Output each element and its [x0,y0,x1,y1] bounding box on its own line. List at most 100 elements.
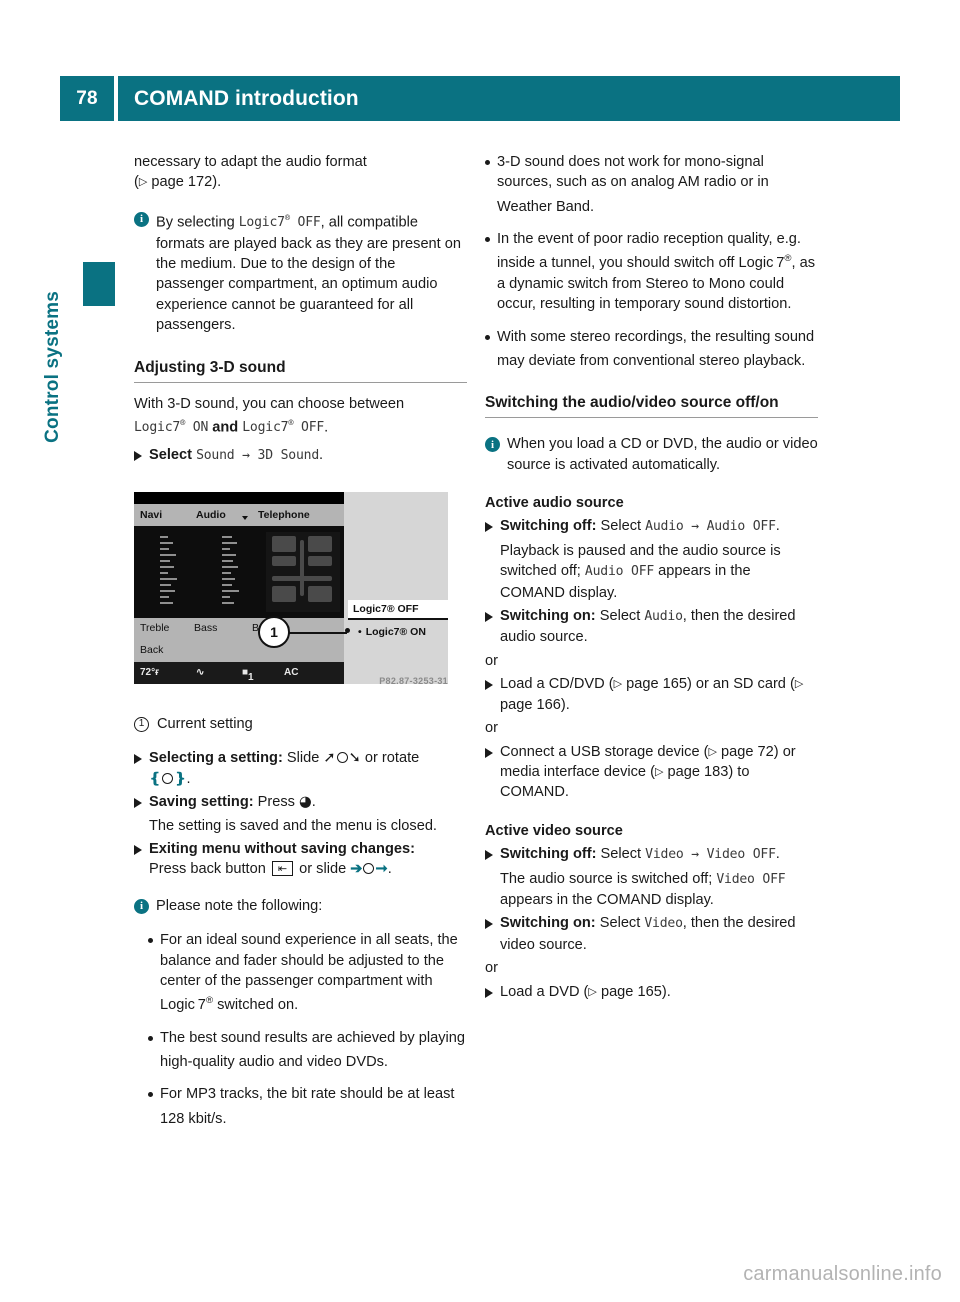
step-text: Switching off: Select Audio → Audio OFF. [500,518,780,535]
step-triangle-icon [485,612,493,623]
mono-logic7-off-2: Logic7® OFF [242,419,325,436]
selected-bullet-icon: • [358,626,362,638]
info-note-body: By selecting Logic7® OFF, all compatible… [156,209,467,336]
page-ref-text: page 166 [500,696,561,713]
mono-audio-off: Audio OFF [706,519,776,535]
page-header: 78 COMAND introduction [60,76,900,121]
step-load-cd-dvd: Load a CD/DVD (▷ page 165) or an SD card… [485,674,818,715]
mono-video-off-2: Video OFF [716,871,786,887]
mono-audio-3: Audio [644,609,683,625]
step-saving-result: The setting is saved and the menu is clo… [149,817,437,834]
subheading-active-audio-source: Active audio source [485,495,624,512]
page-ref-text: page 165 [600,983,662,1000]
info-note-please-note: i Please note the following: [134,896,467,916]
or-separator: or [485,720,498,737]
step-text: Exiting menu without saving changes: Pre… [149,841,415,878]
subheading-active-video-source: Active video source [485,822,623,839]
figure-callout-1: 1 [258,616,290,648]
step-text: Select Sound → 3D Sound. [149,446,324,463]
step-connect-usb: Connect a USB storage device (▷ page 72)… [485,742,818,803]
heading-adjusting-3d-sound: Adjusting 3-D sound [134,358,467,383]
bullet-dot-icon [485,237,490,243]
page-ref-triangle-icon: ▷ [138,176,148,189]
info-icon: i [134,211,149,227]
note-body-text: , all compatible formats are played back… [156,214,462,334]
slide-right-icon: ➞ [375,861,388,878]
intro-3d-text: With 3-D sound, you can choose between [134,395,405,412]
info-note-body: Please note the following: [156,897,323,914]
step-triangle-icon [485,987,493,998]
step-label: Selecting a setting: [149,750,283,767]
list-item-text: The best sound results are achieved by p… [160,1029,466,1070]
callout-leader-dot [345,628,350,633]
note-lead: By selecting [156,214,239,231]
step-video-switching-on: Switching on: Select Video, then the des… [485,913,818,955]
menu-item-telephone[interactable]: Telephone [258,509,310,521]
popup-option-logic7-on[interactable]: • Logic7® ON [348,622,448,642]
left-text-column-lower: 1 Current setting Selecting a setting: S… [134,706,467,1141]
mono-video-3: Video [644,916,683,932]
status-temperature: 72°ғ [140,667,160,678]
continuation-paragraph: necessary to adapt the audio format (▷ p… [134,152,467,193]
param-bass[interactable]: Bass [194,622,217,634]
menu-item-navi[interactable]: Navi [140,509,162,521]
comand-display: Navi Audio Telephone Treble Bass Back 72… [134,492,344,684]
popup-option-logic7-off[interactable]: Logic7® OFF [348,600,448,620]
param-treble[interactable]: Treble [140,622,169,634]
step-audio-switching-on: Switching on: Select Audio, then the des… [485,606,818,648]
list-item: In the event of poor radio reception qua… [485,229,818,314]
or-separator: or [485,960,498,977]
controller-wheel-icon [363,863,375,875]
or-separator: or [485,652,498,669]
step-triangle-icon [134,754,142,765]
display-menu-bar: Navi Audio Telephone [134,504,344,526]
display-back-row: Back [134,640,344,662]
step-text: Switching off: Select Video → Video OFF. [500,846,780,863]
list-item: For MP3 tracks, the bit rate should be a… [134,1084,467,1129]
step-load-dvd: Load a DVD (▷ page 165). [485,982,818,1002]
list-item: The best sound results are achieved by p… [134,1028,467,1073]
list-item-text: For an ideal sound experience in all sea… [160,932,458,1014]
page-ref-triangle-icon: ▷ [794,678,804,691]
mono-logic7-off: Logic7® OFF [238,213,321,231]
page-number: 78 [60,76,114,121]
list-item-text: For MP3 tracks, the bit rate should be a… [160,1086,455,1127]
right-bullet-list: 3-D sound does not work for mono-signal … [485,152,818,371]
section-tab-label: Control systems [42,291,63,443]
step-triangle-icon [485,680,493,691]
cabin-seats-graphic [266,532,340,612]
step-text: Load a DVD (▷ page 165). [500,983,671,1000]
step-triangle-icon [134,798,142,809]
step-video-switching-off: Switching off: Select Video → Video OFF. [485,844,818,865]
menu-item-audio[interactable]: Audio [196,509,226,521]
mono-logic7-on: Logic7® ON [134,419,209,436]
back-button-icon: ⇤ [271,861,294,877]
callout-legend-text: Current setting [157,716,253,732]
menu-arrow-icon: → [683,847,707,863]
step-label: Exiting menu without saving changes: [149,841,415,858]
step-video-off-result: The audio source is switched off; Video … [500,870,786,908]
list-item: 3-D sound does not work for mono-signal … [485,152,818,217]
info-note-logic7: i By selecting Logic7® OFF, all compatib… [134,209,467,336]
controller-wheel-icon [162,772,174,784]
step-label: Switching on: [500,915,596,932]
callout-legend-1: 1 Current setting [134,714,467,734]
display-back-button[interactable]: Back [140,644,163,656]
comand-screenshot-figure: Navi Audio Telephone Treble Bass Back 72… [134,492,448,697]
mono-sound: Sound [196,447,235,463]
info-icon: i [134,898,149,914]
figure-part-code: P82.87-3253-31 [379,676,448,686]
step-label: Switching off: [500,846,597,863]
fan-icon: ∿ [196,667,205,678]
step-selecting-a-setting: Selecting a setting: Slide ➚ ➘ or rotate … [134,748,467,789]
list-item: With some stereo recordings, the resulti… [485,327,818,372]
page-reference: (▷ page 172). [134,174,222,191]
step-audio-off-result: Playback is paused and the audio source … [500,542,781,601]
bullet-dot-icon [148,938,153,944]
step-saving-setting: Saving setting: Press ◕. [134,792,467,812]
step-triangle-icon [134,845,142,856]
mono-audio: Audio [645,519,684,535]
menu-arrow-icon: → [683,519,707,535]
continuation-text: necessary to adapt the audio format [134,154,367,170]
step-text: Selecting a setting: Slide ➚ ➘ or rotate … [149,749,420,787]
